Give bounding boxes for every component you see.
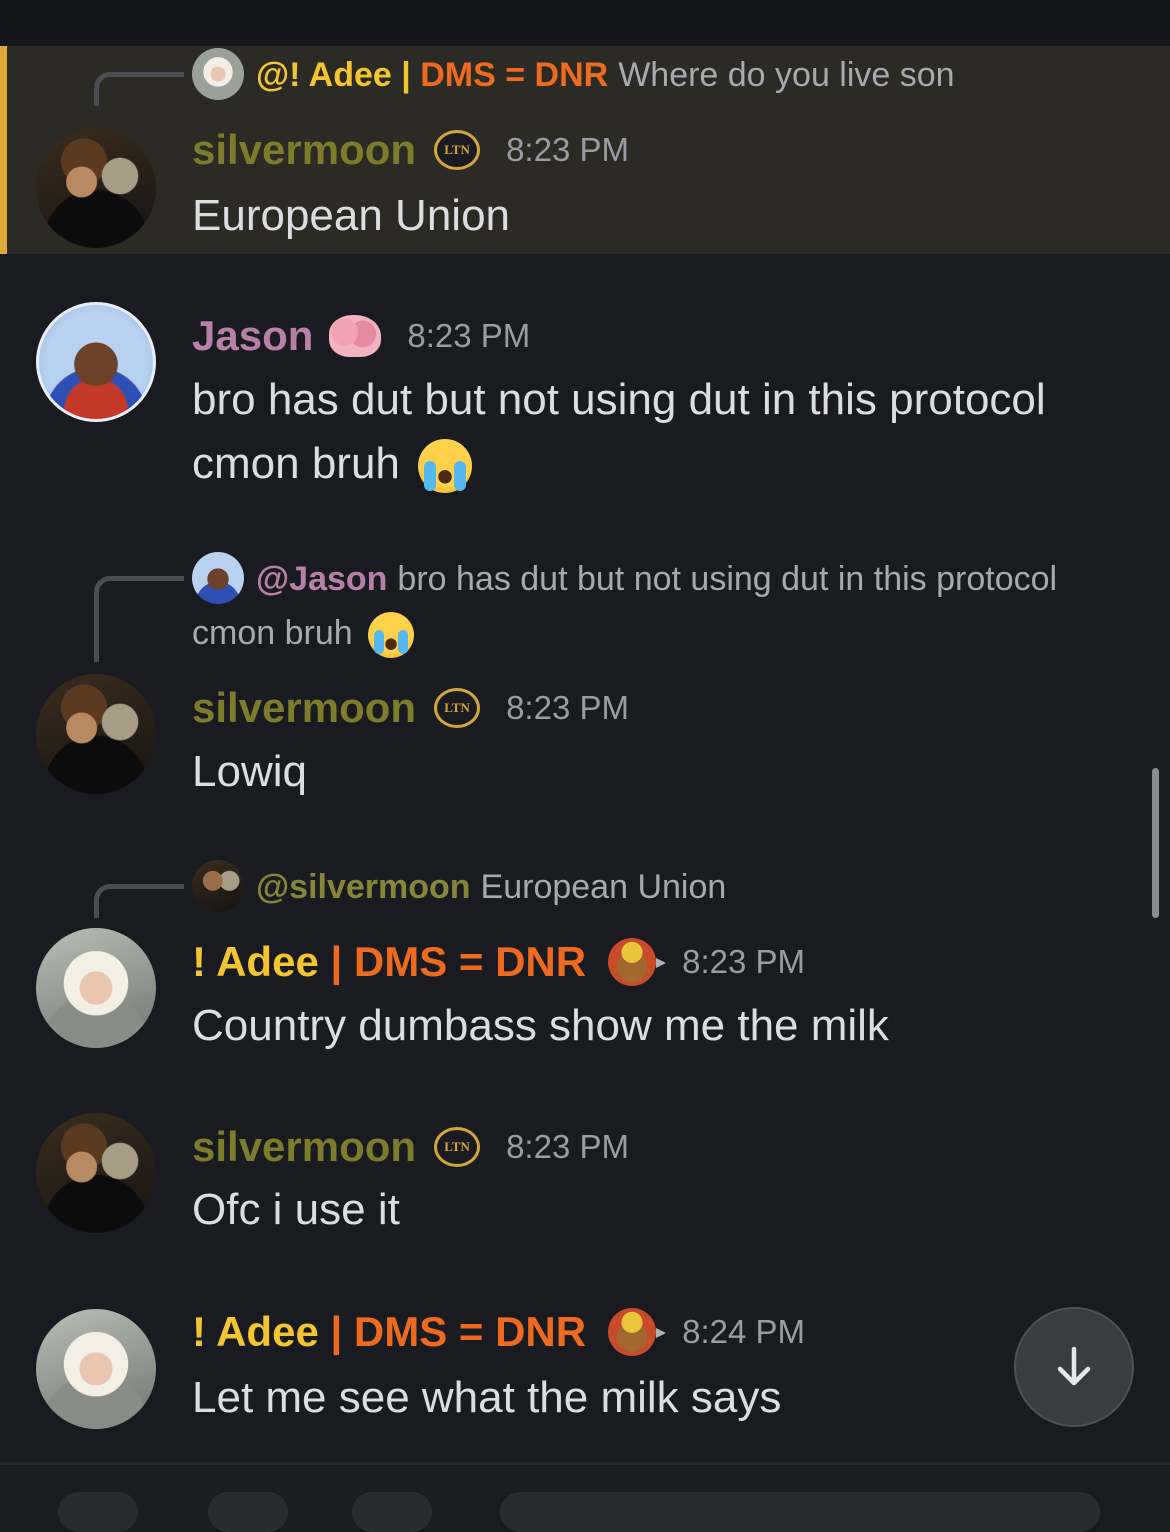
server-tag-badge[interactable]: LTN — [434, 688, 481, 728]
reply-avatar — [192, 48, 244, 101]
arrow-down-icon — [1057, 1346, 1091, 1386]
avatar-jason[interactable] — [36, 302, 156, 422]
message-text: Country dumbass show me the milk — [192, 1001, 889, 1050]
reply-mention[interactable]: @silvermoon — [256, 868, 471, 906]
message-input[interactable] — [500, 1492, 1100, 1532]
message-header: silvermoon LTN 8:23 PM — [192, 120, 629, 180]
reply-preview[interactable]: @! Adee | DMS = DNR Where do you live son — [192, 48, 1130, 102]
author-name[interactable]: ! Adee | DMS = DNR — [192, 1302, 586, 1362]
message-header: Jason 8:23 PM — [192, 306, 530, 366]
timestamp: 8:23 PM — [506, 131, 629, 168]
avatar-silvermoon[interactable] — [36, 128, 156, 248]
reply-mention[interactable]: @! Adee | DMS = DNR — [256, 56, 608, 94]
message-text: Lowiq — [192, 747, 307, 796]
reply-connector — [94, 72, 184, 106]
reply-connector — [94, 576, 184, 662]
reply-avatar — [192, 552, 244, 605]
loudly-crying-face-icon — [418, 439, 473, 494]
timestamp: 8:24 PM — [682, 1313, 806, 1350]
avatar-adee[interactable] — [36, 1309, 156, 1429]
author-name[interactable]: silvermoon — [192, 1117, 416, 1177]
reply-text: European Union — [480, 868, 727, 906]
author-name[interactable]: silvermoon — [192, 678, 416, 738]
server-tag-badge[interactable]: LTN — [434, 130, 481, 170]
message-header: silvermoon LTN 8:23 PM — [192, 1117, 629, 1177]
message-header: ! Adee | DMS = DNR 8:23 PM — [192, 932, 805, 992]
composer-button[interactable] — [352, 1492, 432, 1532]
server-tag-badge[interactable]: LTN — [434, 1127, 481, 1167]
timestamp: 8:23 PM — [407, 317, 531, 354]
reply-connector — [94, 884, 184, 918]
message-text: European Union — [192, 191, 511, 240]
message-header: silvermoon LTN 8:23 PM — [192, 678, 629, 738]
reply-avatar — [192, 860, 244, 913]
avatar-silvermoon[interactable] — [36, 1113, 156, 1233]
reply-preview[interactable]: @silvermoon European Union — [192, 860, 1130, 914]
avatar-silvermoon[interactable] — [36, 674, 156, 794]
reply-text: Where do you live son — [618, 56, 955, 94]
author-name[interactable]: ! Adee | DMS = DNR — [192, 932, 586, 992]
top-bar — [0, 0, 1170, 46]
scrollbar[interactable] — [1152, 768, 1159, 918]
message-text: Let me see what the milk says — [192, 1373, 782, 1422]
message-text: bro has dut but not using dut in this pr… — [192, 368, 1120, 496]
reply-mention[interactable]: @Jason — [256, 560, 387, 598]
jump-to-present-button[interactable] — [1014, 1307, 1134, 1427]
composer-button[interactable] — [208, 1492, 288, 1532]
message-header: ! Adee | DMS = DNR 8:24 PM — [192, 1302, 805, 1362]
message-text: Ofc i use it — [192, 1185, 400, 1234]
author-name[interactable]: Jason — [192, 306, 313, 366]
brain-emoji-icon — [329, 315, 382, 357]
reply-preview[interactable]: @Jason bro has dut but not using dut in t… — [192, 552, 1130, 660]
character-emoji-icon — [608, 1308, 667, 1356]
author-name[interactable]: silvermoon — [192, 120, 416, 180]
character-emoji-icon — [608, 938, 667, 986]
timestamp: 8:23 PM — [682, 943, 806, 980]
timestamp: 8:23 PM — [506, 1128, 629, 1165]
timestamp: 8:23 PM — [506, 689, 629, 726]
avatar-adee[interactable] — [36, 928, 156, 1048]
composer-button[interactable] — [58, 1492, 138, 1532]
loudly-crying-face-icon — [368, 612, 415, 659]
